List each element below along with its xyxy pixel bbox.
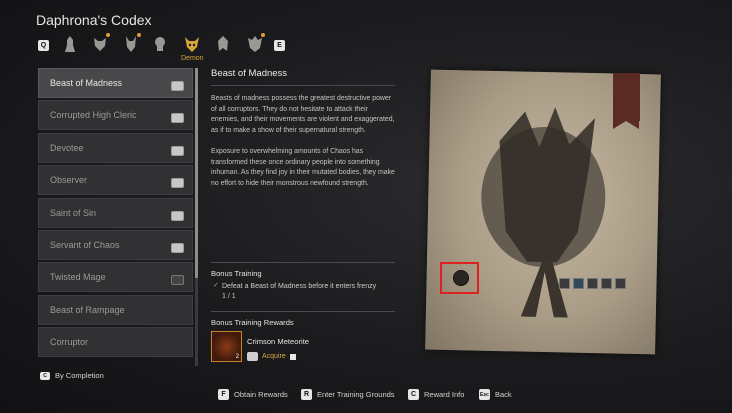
next-category-key[interactable]: E xyxy=(274,39,285,51)
weakness-physical-icon xyxy=(559,278,570,289)
reward-chest-icon xyxy=(171,145,184,156)
horned-icon xyxy=(126,36,136,52)
list-item[interactable]: Beast of Rampage xyxy=(38,294,193,325)
info-key: C xyxy=(408,389,419,400)
obtain-key: F xyxy=(218,389,229,400)
reward-chest-icon xyxy=(171,178,184,189)
category-tab-soldier[interactable] xyxy=(61,34,79,54)
detail-title: Beast of Madness xyxy=(211,68,395,86)
obtain-rewards-button[interactable]: F Obtain Rewards xyxy=(218,389,288,400)
reward-chest-icon xyxy=(171,113,184,124)
card-ribbon-emblem xyxy=(613,73,640,129)
reward-chest-icon xyxy=(247,352,258,361)
reward-name: Crimson Meteorite xyxy=(247,337,310,346)
rewards-label: Bonus Training Rewards xyxy=(211,311,395,327)
new-indicator xyxy=(261,33,265,37)
reward-chest-icon xyxy=(171,275,184,286)
weakness-icons xyxy=(559,278,626,289)
sort-control[interactable]: C By Completion xyxy=(40,371,104,380)
external-link-icon xyxy=(289,353,296,360)
weakness-dark-icon xyxy=(615,278,626,289)
objective-text: Defeat a Beast of Madness before it ente… xyxy=(222,283,377,290)
new-indicator xyxy=(137,33,141,37)
lore-paragraph: Beasts of madness possess the greatest d… xyxy=(211,95,395,134)
category-tab-wraith[interactable] xyxy=(214,34,232,54)
faction-emblem-icon xyxy=(453,270,469,286)
reward-item-icon[interactable]: 2 xyxy=(211,331,242,362)
reward-chest-icon xyxy=(171,81,184,91)
reward-chest-icon xyxy=(171,210,184,221)
back-label: Back xyxy=(495,390,512,399)
category-tab-overlord[interactable] xyxy=(246,33,265,54)
objective-progress: 1 / 1 xyxy=(222,293,236,300)
list-item-label: Saint of Sin xyxy=(50,207,97,218)
category-tab-beast[interactable] xyxy=(91,33,110,54)
enter-label: Enter Training Grounds xyxy=(317,390,395,399)
scrollbar-thumb[interactable] xyxy=(195,68,198,278)
weakness-holy-icon xyxy=(601,278,612,289)
checkmark-icon: ✓ xyxy=(213,282,219,289)
list-scrollbar[interactable] xyxy=(195,68,198,366)
detail-panel: Beast of Madness Beasts of madness posse… xyxy=(211,68,395,200)
selected-category-label: Demon xyxy=(181,55,204,62)
bonus-objective: Defeat a Beast of Madness before it ente… xyxy=(222,282,397,302)
reward-chest-icon xyxy=(171,242,184,253)
reward-count: 2 xyxy=(235,354,239,360)
info-label: Reward Info xyxy=(424,390,465,399)
weakness-nature-icon xyxy=(587,278,598,289)
reward-acquire-status: Acquire xyxy=(247,352,296,361)
list-item-label: Corrupted High Cleric xyxy=(50,110,137,121)
category-tab-demon[interactable] xyxy=(183,34,201,54)
prev-category-key[interactable]: Q xyxy=(38,39,49,51)
back-key: Esc xyxy=(479,389,490,400)
list-item[interactable]: Corruptor xyxy=(38,327,193,358)
list-item-label: Corruptor xyxy=(50,337,89,348)
list-item-label: Twisted Mage xyxy=(50,272,106,283)
page-title: Daphrona's Codex xyxy=(36,12,152,28)
list-item-label: Beast of Madness xyxy=(50,78,123,88)
list-item-label: Devotee xyxy=(50,142,84,153)
highlight-box xyxy=(440,262,479,294)
sort-key: C xyxy=(40,371,50,380)
list-item[interactable]: Corrupted High Cleric xyxy=(38,100,193,131)
sort-label: By Completion xyxy=(55,371,104,380)
list-item[interactable]: Observer xyxy=(38,165,193,196)
enter-key: R xyxy=(301,389,312,400)
lore-paragraph: Exposure to overwhelming amounts of Chao… xyxy=(211,148,395,187)
category-tab-horned[interactable] xyxy=(122,33,141,54)
list-item[interactable]: Devotee xyxy=(38,132,193,163)
bonus-training-label: Bonus Training xyxy=(211,262,395,278)
soldier-icon xyxy=(65,36,75,52)
list-item[interactable]: Twisted Mage xyxy=(38,262,193,293)
list-item[interactable]: Beast of Madness xyxy=(38,68,193,98)
category-tab-skull[interactable] xyxy=(151,34,169,54)
reward-info-button[interactable]: C Reward Info xyxy=(408,389,464,400)
demon-icon xyxy=(185,37,199,52)
list-item-label: Beast of Rampage xyxy=(50,304,125,315)
weakness-frost-icon xyxy=(573,278,584,289)
list-item-label: Observer xyxy=(50,175,88,186)
beast-icon xyxy=(94,38,106,51)
codex-list: Beast of Madness Corrupted High Cleric D… xyxy=(38,68,193,366)
overlord-icon xyxy=(248,36,262,52)
skull-icon xyxy=(155,37,165,51)
wraith-icon xyxy=(218,36,228,51)
back-button[interactable]: Esc Back xyxy=(479,389,512,400)
acquire-label: Acquire xyxy=(262,353,286,360)
enter-training-button[interactable]: R Enter Training Grounds xyxy=(301,389,395,400)
list-item[interactable]: Servant of Chaos xyxy=(38,229,193,260)
list-item[interactable]: Saint of Sin xyxy=(38,197,193,228)
new-indicator xyxy=(106,33,110,37)
list-item-label: Servant of Chaos xyxy=(50,239,120,250)
obtain-label: Obtain Rewards xyxy=(234,390,288,399)
